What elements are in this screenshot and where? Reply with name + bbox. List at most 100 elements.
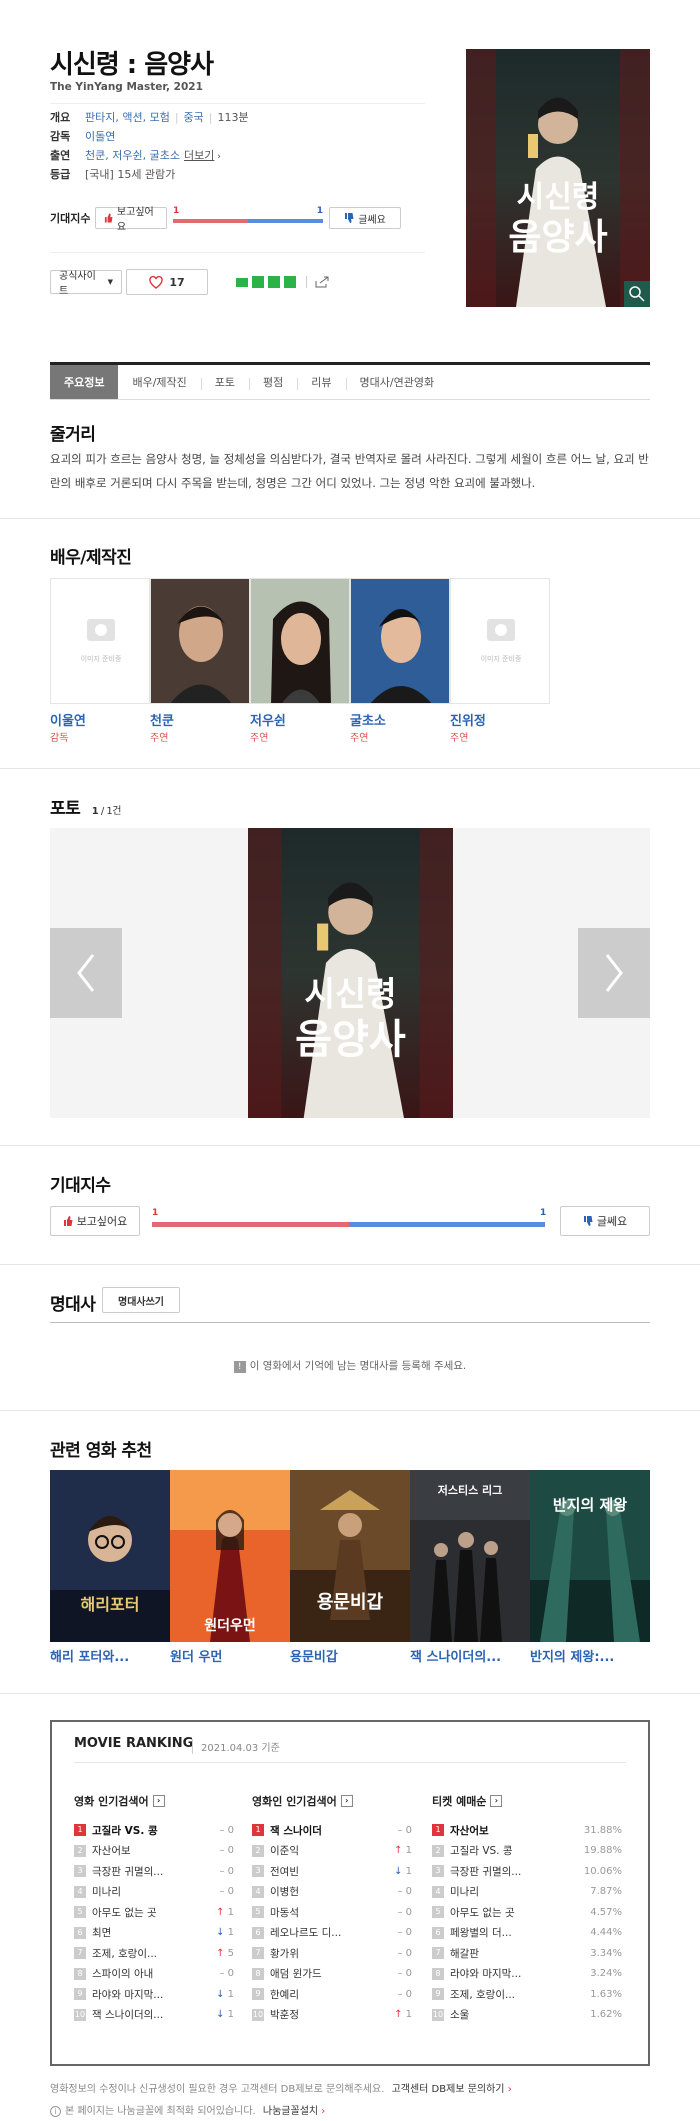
ranking-row[interactable]: 3 극장판 귀멸의... 10.06%	[432, 1861, 622, 1882]
ranking-column-title[interactable]: 영화인 인기검색어 ›	[252, 1790, 412, 1812]
rank-title[interactable]: 박훈정	[270, 2007, 378, 2022]
rank-title[interactable]: 극장판 귀멸의...	[450, 1864, 574, 1879]
ranking-column-title[interactable]: 티켓 예매순 ›	[432, 1790, 622, 1812]
cast-name[interactable]: 저우쉰	[250, 710, 350, 729]
rank-title[interactable]: 자산어보	[92, 1843, 200, 1858]
db-report-link[interactable]: 고객센터 DB제보 문의하기 ›	[392, 2084, 512, 2095]
cast-name[interactable]: 천쿤	[150, 710, 250, 729]
ranking-row[interactable]: 9 조제, 호랑이... 1.63%	[432, 1984, 622, 2005]
rank-title[interactable]: 전여빈	[270, 1864, 378, 1879]
rank-title[interactable]: 고질라 VS. 콩	[450, 1843, 574, 1858]
rank-title[interactable]: 아무도 없는 곳	[92, 1905, 200, 1920]
rank-title[interactable]: 조제, 호랑이...	[92, 1946, 200, 1961]
rank-title[interactable]: 레오나르도 디...	[270, 1925, 378, 1940]
ranking-row[interactable]: 10 박훈정 ↑ 1	[252, 2005, 412, 2026]
cast-link[interactable]: 천쿤, 저우쉰, 굴초소	[85, 149, 180, 162]
rank-title[interactable]: 고질라 VS. 콩	[92, 1823, 200, 1838]
related-movie-item[interactable]: 저스티스 리그 잭 스나이더의...	[410, 1470, 530, 1665]
movie-poster[interactable]: 시신령 음양사	[466, 49, 650, 307]
rank-title[interactable]: 라야와 마지막...	[92, 1987, 200, 2002]
ranking-row[interactable]: 2 자산어보 – 0	[74, 1841, 234, 1862]
ranking-row[interactable]: 4 이병헌 – 0	[252, 1882, 412, 1903]
related-movie-item[interactable]: 용문비갑 용문비갑	[290, 1470, 410, 1665]
share-band-icon[interactable]	[252, 276, 264, 288]
rank-title[interactable]: 애덤 윈가드	[270, 1966, 378, 1981]
rank-title[interactable]: 황가위	[270, 1946, 378, 1961]
rank-title[interactable]: 미나리	[450, 1884, 574, 1899]
ranking-row[interactable]: 10 잭 스나이더의... ↓ 1	[74, 2005, 234, 2026]
ranking-row[interactable]: 1 잭 스나이더 – 0	[252, 1820, 412, 1841]
ranking-row[interactable]: 4 미나리 – 0	[74, 1882, 234, 1903]
ranking-row[interactable]: 6 페왕별의 더... 4.44%	[432, 1923, 622, 1944]
director-link[interactable]: 이돌연	[85, 128, 115, 144]
cast-name[interactable]: 이울연	[50, 710, 150, 729]
related-title[interactable]: 반지의 제왕:...	[530, 1646, 650, 1665]
ranking-row[interactable]: 4 미나리 7.87%	[432, 1882, 622, 1903]
tab-main-info[interactable]: 주요정보	[50, 365, 119, 399]
rank-title[interactable]: 마동석	[270, 1905, 378, 1920]
ranking-row[interactable]: 8 라야와 마지막... 3.24%	[432, 1964, 622, 1985]
related-title[interactable]: 원더 우먼	[170, 1646, 290, 1665]
tab-rating[interactable]: 평점	[249, 365, 297, 399]
country-link[interactable]: 중국	[184, 111, 204, 124]
rank-title[interactable]: 해갈판	[450, 1946, 574, 1961]
like-button[interactable]: 17	[126, 269, 208, 295]
rank-title[interactable]: 아무도 없는 곳	[450, 1905, 574, 1920]
related-title[interactable]: 해리 포터와...	[50, 1646, 170, 1665]
ranking-row[interactable]: 6 레오나르도 디... – 0	[252, 1923, 412, 1944]
cast-name[interactable]: 진위정	[450, 710, 550, 729]
ranking-row[interactable]: 6 최면 ↓ 1	[74, 1923, 234, 1944]
cast-item[interactable]: 천쿤 주연	[150, 578, 250, 744]
rank-title[interactable]: 소울	[450, 2007, 574, 2022]
ranking-row[interactable]: 2 이준익 ↑ 1	[252, 1841, 412, 1862]
official-site-button[interactable]: 공식사이트 ▼	[50, 270, 122, 297]
ranking-row[interactable]: 5 마동석 – 0	[252, 1902, 412, 1923]
cast-item[interactable]: 이미지 준비중 이울연 감독	[50, 578, 150, 744]
rank-title[interactable]: 최면	[92, 1925, 200, 1940]
related-movie-item[interactable]: 해리포터 해리 포터와...	[50, 1470, 170, 1665]
rank-title[interactable]: 스파이의 아내	[92, 1966, 200, 1981]
rank-title[interactable]: 잭 스나이더의...	[92, 2007, 200, 2022]
tab-cast[interactable]: 배우/제작진	[118, 365, 200, 399]
rank-title[interactable]: 극장판 귀멸의...	[92, 1864, 200, 1879]
ranking-row[interactable]: 8 스파이의 아내 – 0	[74, 1964, 234, 1985]
ranking-row[interactable]: 1 자산어보 31.88%	[432, 1820, 622, 1841]
share-icon[interactable]	[315, 276, 329, 288]
cast-name[interactable]: 굴초소	[350, 710, 450, 729]
rank-title[interactable]: 한예리	[270, 1987, 378, 2002]
rank-title[interactable]: 조제, 호랑이...	[450, 1987, 574, 2002]
next-photo-button[interactable]	[578, 928, 650, 1018]
ranking-row[interactable]: 7 조제, 호랑이... ↑ 5	[74, 1943, 234, 1964]
cast-item[interactable]: 굴초소 주연	[350, 578, 450, 744]
rank-title[interactable]: 자산어보	[450, 1823, 574, 1838]
ranking-row[interactable]: 7 해갈판 3.34%	[432, 1943, 622, 1964]
want-button[interactable]: 보고싶어요	[95, 207, 167, 233]
rank-title[interactable]: 미나리	[92, 1884, 200, 1899]
ranking-row[interactable]: 1 고질라 VS. 콩 – 0	[74, 1820, 234, 1841]
prev-photo-button[interactable]	[50, 928, 122, 1018]
write-quote-button[interactable]: 명대사쓰기	[102, 1287, 180, 1313]
rank-title[interactable]: 라야와 마지막...	[450, 1966, 574, 1981]
related-title[interactable]: 잭 스나이더의...	[410, 1646, 530, 1665]
rank-title[interactable]: 이준익	[270, 1843, 378, 1858]
cast-item[interactable]: 이미지 준비중 진위정 주연	[450, 578, 550, 744]
want-button-large[interactable]: 보고싶어요	[50, 1206, 140, 1236]
ranking-row[interactable]: 9 한예리 – 0	[252, 1984, 412, 2005]
tab-review[interactable]: 리뷰	[297, 365, 345, 399]
cast-more-link[interactable]: 더보기	[184, 149, 214, 162]
ranking-row[interactable]: 5 아무도 없는 곳 ↑ 1	[74, 1902, 234, 1923]
rank-title[interactable]: 이병헌	[270, 1884, 378, 1899]
main-photo[interactable]: 시신령 음양사	[248, 828, 453, 1118]
cast-item[interactable]: 저우쉰 주연	[250, 578, 350, 744]
ranking-row[interactable]: 2 고질라 VS. 콩 19.88%	[432, 1841, 622, 1862]
ranking-row[interactable]: 8 애덤 윈가드 – 0	[252, 1964, 412, 1985]
related-title[interactable]: 용문비갑	[290, 1646, 410, 1665]
share-naver-icon[interactable]	[236, 277, 248, 287]
ranking-row[interactable]: 9 라야와 마지막... ↓ 1	[74, 1984, 234, 2005]
rank-title[interactable]: 잭 스나이더	[270, 1823, 378, 1838]
dislike-button-large[interactable]: 글쎄요	[560, 1206, 650, 1236]
font-install-link[interactable]: 나눔글꼴설치 ›	[263, 2106, 325, 2117]
ranking-row[interactable]: 3 전여빈 ↓ 1	[252, 1861, 412, 1882]
dislike-button[interactable]: 글쎄요	[329, 207, 401, 229]
rank-title[interactable]: 페왕별의 더...	[450, 1925, 574, 1940]
